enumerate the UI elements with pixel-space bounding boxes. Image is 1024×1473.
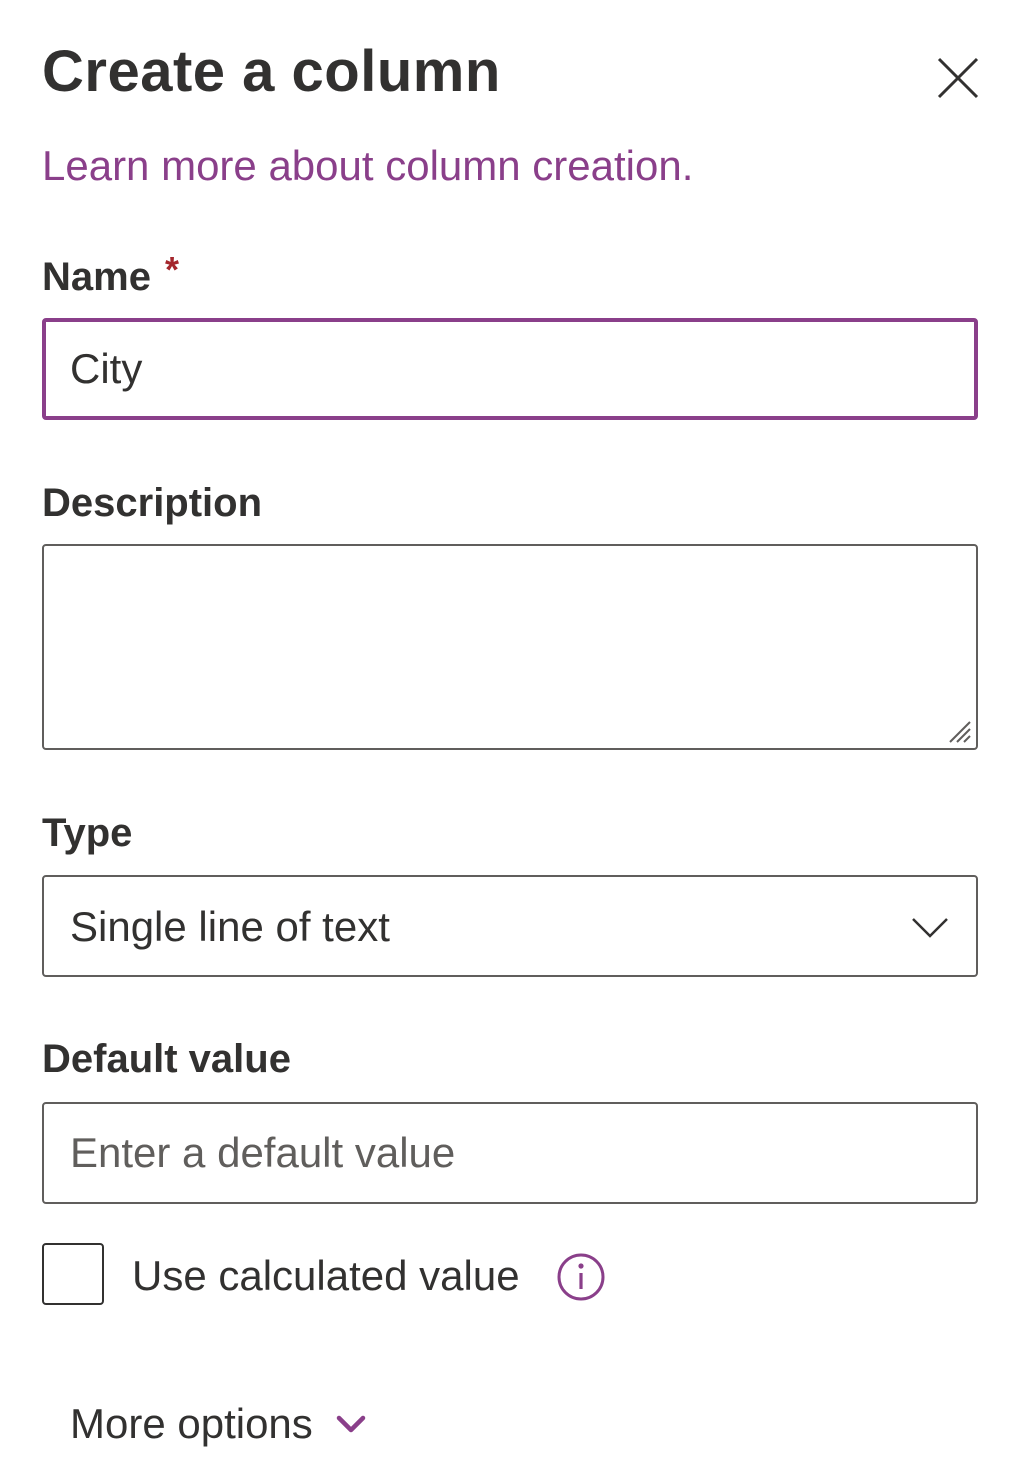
name-label: Name * (42, 249, 179, 303)
create-column-panel: Create a column Learn more about column … (0, 0, 1024, 1473)
default-value-label: Default value (42, 1037, 291, 1081)
learn-more-link[interactable]: Learn more about column creation. (42, 140, 693, 192)
description-textarea[interactable] (42, 544, 978, 750)
type-selected-value: Single line of text (70, 903, 390, 950)
resize-handle-icon[interactable] (944, 716, 972, 744)
default-value-input[interactable] (42, 1102, 978, 1204)
close-icon (937, 57, 979, 99)
type-label: Type (42, 811, 133, 855)
use-calculated-checkbox[interactable] (42, 1243, 104, 1305)
required-marker: * (164, 249, 179, 290)
info-icon[interactable] (556, 1252, 606, 1302)
name-input[interactable] (42, 318, 978, 420)
panel-title: Create a column (42, 39, 501, 104)
use-calculated-label[interactable]: Use calculated value (132, 1250, 520, 1302)
chevron-down-icon (336, 1415, 366, 1433)
close-button[interactable] (926, 46, 990, 110)
type-dropdown[interactable]: Single line of text (42, 875, 978, 977)
chevron-down-icon (912, 918, 948, 938)
more-options-toggle[interactable]: More options (70, 1396, 369, 1452)
description-label: Description (42, 481, 263, 525)
name-label-text: Name (42, 255, 151, 299)
more-options-label: More options (70, 1400, 313, 1447)
